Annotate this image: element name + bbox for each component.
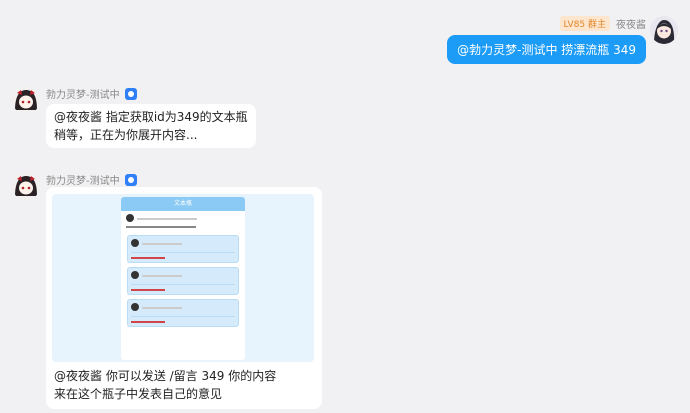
comment-text-line — [131, 257, 165, 259]
bot-badge-icon — [124, 173, 137, 186]
comment-divider — [131, 284, 235, 285]
bottle-post — [121, 211, 245, 231]
reply-1-line-2: 稍等，正在为你展开内容... — [54, 128, 198, 142]
bottle-card-title: 文本瓶 — [121, 197, 245, 211]
avatar — [131, 239, 139, 247]
bot-avatar[interactable] — [12, 172, 40, 200]
reply-2-line-2: 来在这个瓶子中发表自己的意见 — [54, 387, 223, 401]
bot-meta-2: 勃力灵梦-测试中 — [46, 172, 137, 187]
bot-meta-1: 勃力灵梦-测试中 — [46, 86, 137, 101]
bottle-card: 文本瓶 — [121, 197, 245, 360]
level-badge: LV85 群主 — [559, 16, 610, 31]
comment-meta-line — [142, 307, 182, 309]
comment-meta-line — [142, 275, 182, 277]
bot-avatar[interactable] — [12, 86, 40, 114]
outgoing-bubble[interactable]: @勃力灵梦-测试中 捞漂流瓶 349 — [447, 35, 646, 64]
post-meta-line — [137, 218, 197, 220]
bottle-comment — [127, 267, 239, 295]
user-avatar[interactable] — [650, 16, 678, 44]
reply-1-line-1: @夜夜酱 指定获取id为349的文本瓶 — [54, 110, 248, 124]
bot-reply-1[interactable]: @夜夜酱 指定获取id为349的文本瓶 稍等，正在为你展开内容... — [46, 104, 256, 148]
comment-text-line — [131, 289, 165, 291]
bottle-comment — [127, 299, 239, 327]
outgoing-meta: LV85 群主 夜夜酱 — [559, 16, 646, 31]
bottle-card-image[interactable]: 文本瓶 — [52, 194, 314, 362]
comment-divider — [131, 252, 235, 253]
comment-text-line — [131, 321, 165, 323]
avatar — [126, 214, 134, 222]
bot-badge-icon — [124, 87, 137, 100]
reply-2-line-1: @夜夜酱 你可以发送 /留言 349 你的内容 — [54, 369, 277, 383]
avatar — [131, 303, 139, 311]
avatar — [131, 271, 139, 279]
comment-meta-line — [142, 243, 182, 245]
post-text-line — [126, 226, 196, 228]
bot-name[interactable]: 勃力灵梦-测试中 — [46, 172, 120, 187]
sender-name[interactable]: 夜夜酱 — [616, 16, 646, 31]
bottle-comment — [127, 235, 239, 263]
comment-divider — [131, 316, 235, 317]
bot-name[interactable]: 勃力灵梦-测试中 — [46, 86, 120, 101]
